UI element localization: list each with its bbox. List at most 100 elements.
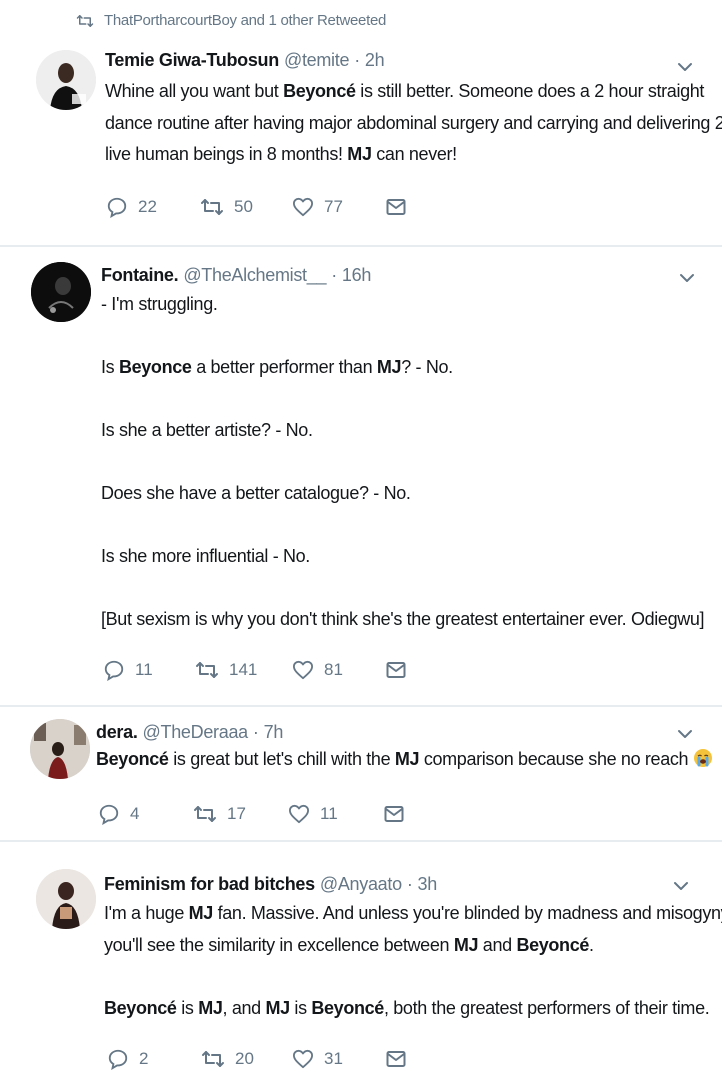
user-handle[interactable]: @TheAlchemist__ <box>183 265 326 285</box>
retweet-icon <box>194 806 216 822</box>
retweet-button[interactable]: 20 <box>201 1044 254 1074</box>
tweet-actions: 11 141 81 <box>103 655 423 685</box>
tweet-header: Fontaine. @TheAlchemist__ · 16h <box>101 263 711 287</box>
retweet-button[interactable]: 141 <box>195 655 257 685</box>
tweet-line: [But sexism is why you don't think she's… <box>101 604 711 636</box>
reply-count: 2 <box>139 1049 149 1068</box>
tweet[interactable]: Temie Giwa-Tubosun @temite · 2h Whine al… <box>0 44 722 244</box>
text-run: Is she more influential - No. <box>101 546 310 566</box>
reply-button[interactable]: 22 <box>106 192 157 222</box>
direct-message-button[interactable] <box>386 192 406 222</box>
direct-message-button[interactable] <box>386 1044 406 1074</box>
separator: · <box>406 874 413 894</box>
separator: · <box>252 722 259 742</box>
bold-mention: Beyoncé <box>516 934 590 955</box>
like-button[interactable]: 31 <box>292 1044 343 1074</box>
text-run: live human beings in 8 months! <box>105 144 348 164</box>
bold-mention: MJ <box>265 997 290 1018</box>
envelope-icon <box>384 806 404 822</box>
tweet-line: Does she have a better catalogue? - No. <box>101 478 711 510</box>
user-handle[interactable]: @TheDeraaa <box>143 722 249 742</box>
text-run: you'll see the similarity in excellence … <box>104 934 454 955</box>
tweet-header: dera. @TheDeraaa · 7h <box>96 720 711 744</box>
text-run: is <box>289 997 312 1018</box>
retweet-context[interactable]: ThatPortharcourtBoy and 1 other Retweete… <box>76 12 386 29</box>
text-run: dance routine after having major abdomin… <box>105 112 722 133</box>
envelope-icon <box>386 1051 406 1067</box>
tweet-text: I'm a huge MJ fan. Massive. And unless y… <box>104 898 722 1024</box>
text-run: comparison because she no reach <box>419 749 693 769</box>
text-run: Whine all you want but <box>105 81 284 101</box>
reply-button[interactable]: 4 <box>98 799 139 829</box>
reply-count: 22 <box>138 197 157 216</box>
tweet-line: live human beings in 8 months! MJ can ne… <box>105 139 705 171</box>
text-run: can never! <box>371 144 457 164</box>
text-run: I'm a huge <box>104 903 189 923</box>
bold-mention: MJ <box>188 903 214 923</box>
text-run: ? - No. <box>401 357 453 377</box>
retweet-count: 50 <box>234 197 253 216</box>
text-run: Does she have a better catalogue? - No. <box>101 483 411 503</box>
like-button[interactable]: 11 <box>288 799 338 829</box>
chevron-down-icon[interactable] <box>676 267 698 289</box>
display-name[interactable]: Fontaine. <box>101 265 179 285</box>
user-handle[interactable]: @Anyaato <box>320 874 402 894</box>
reply-button[interactable]: 2 <box>107 1044 148 1074</box>
bold-mention: Beyonce <box>118 357 192 377</box>
retweet-icon <box>196 662 218 678</box>
user-handle[interactable]: @temite <box>284 50 350 70</box>
tweet[interactable]: Feminism for bad bitches @Anyaato · 3h I… <box>0 842 722 1080</box>
text-run: is still better. Someone does a 2 hour s… <box>355 81 705 101</box>
text-run: - I'm struggling. <box>101 294 218 314</box>
avatar[interactable] <box>36 869 96 929</box>
direct-message-button[interactable] <box>384 799 404 829</box>
text-run: and <box>478 934 517 955</box>
direct-message-button[interactable] <box>386 655 406 685</box>
like-count: 31 <box>324 1049 343 1068</box>
retweet-button[interactable]: 17 <box>193 799 246 829</box>
bold-mention: MJ <box>394 749 420 769</box>
tweet-line: dance routine after having major abdomin… <box>105 108 722 140</box>
display-name[interactable]: Feminism for bad bitches <box>104 874 315 894</box>
timestamp[interactable]: 16h <box>342 265 371 285</box>
heart-icon <box>292 197 313 217</box>
tweet[interactable]: Fontaine. @TheAlchemist__ · 16h - I'm st… <box>0 247 722 704</box>
text-run: , and <box>222 997 266 1018</box>
bold-mention: MJ <box>453 934 479 955</box>
chevron-down-icon[interactable] <box>674 56 696 78</box>
text-run: . <box>589 934 594 955</box>
reply-count: 4 <box>130 804 140 823</box>
avatar[interactable] <box>36 50 96 110</box>
reply-icon <box>107 197 127 218</box>
reply-button[interactable]: 11 <box>103 655 153 685</box>
retweet-button[interactable]: 50 <box>200 192 253 222</box>
like-button[interactable]: 77 <box>292 192 343 222</box>
reply-icon <box>104 660 124 681</box>
timestamp[interactable]: 7h <box>264 722 284 742</box>
display-name[interactable]: dera. <box>96 722 138 742</box>
avatar[interactable] <box>31 262 91 322</box>
tweet-line: - I'm struggling. <box>101 289 711 321</box>
bold-mention: Beyoncé <box>104 997 177 1018</box>
like-button[interactable]: 81 <box>292 655 343 685</box>
heart-icon <box>292 1049 313 1069</box>
tweet-line: you'll see the similarity in excellence … <box>104 930 714 962</box>
separator: · <box>331 265 337 285</box>
tweet-actions: 4 17 11 <box>98 799 418 829</box>
timestamp[interactable]: 2h <box>365 50 385 70</box>
retweet-context-label: ThatPortharcourtBoy and 1 other Retweete… <box>104 12 387 29</box>
display-name[interactable]: Temie Giwa-Tubosun <box>105 50 279 70</box>
retweet-icon <box>201 199 223 215</box>
bold-mention: Beyoncé <box>283 81 356 101</box>
envelope-icon <box>386 662 406 678</box>
tweet[interactable]: dera. @TheDeraaa · 7h Beyoncé is great b… <box>0 707 722 839</box>
avatar[interactable] <box>30 719 90 779</box>
bold-mention: MJ <box>347 144 372 164</box>
timestamp[interactable]: 3h <box>418 874 438 894</box>
chevron-down-icon[interactable] <box>670 875 692 897</box>
chevron-down-icon[interactable] <box>674 723 696 745</box>
tweet-actions: 22 50 77 <box>106 192 426 222</box>
